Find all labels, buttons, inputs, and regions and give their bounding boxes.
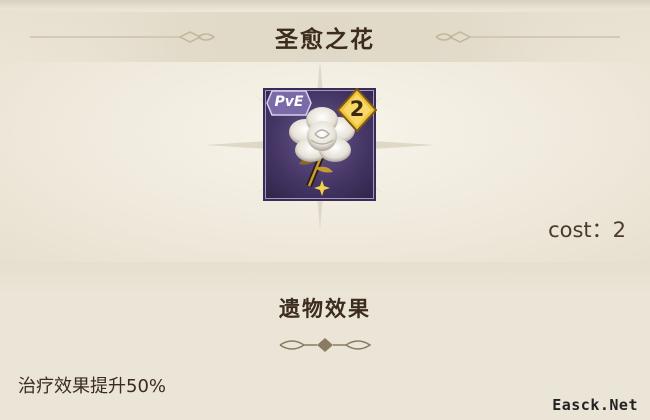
watermark: Easck.Net <box>552 396 638 414</box>
relic-title: 圣愈之花 <box>275 27 375 53</box>
level-number: 2 <box>349 97 365 121</box>
pve-label: PvE <box>274 94 304 110</box>
pve-mode-badge: PvE <box>266 90 312 116</box>
top-edge <box>0 0 650 10</box>
section-divider-ornament-icon <box>80 338 570 352</box>
cost-label: cost：2 <box>548 218 626 242</box>
effect-section-title: 遗物效果 <box>279 297 371 321</box>
effect-description: 治疗效果提升50% <box>18 376 167 397</box>
level-badge: 2 <box>337 88 377 132</box>
